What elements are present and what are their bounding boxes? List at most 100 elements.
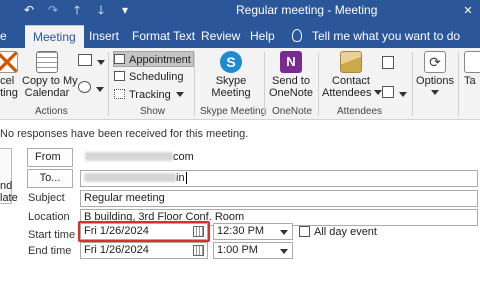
skype-icon: S [220, 51, 242, 73]
send-update-label: nd late [0, 180, 18, 204]
end-time-value: 1:00 PM [217, 244, 258, 256]
scheduling-icon [114, 71, 125, 81]
scheduling-button[interactable]: Scheduling [114, 69, 183, 85]
address-book-icon [382, 56, 394, 69]
all-day-label: All day event [314, 226, 377, 238]
from-value: com [85, 151, 194, 165]
chevron-down-icon [399, 92, 407, 97]
group-label-actions: Actions [35, 106, 68, 117]
cancel-icon [0, 51, 18, 73]
contact-attendees-button[interactable]: Contact Attendees [322, 51, 382, 99]
subject-field[interactable]: Regular meeting [80, 190, 478, 207]
cancel-meeting-label: ncel eting [0, 75, 18, 99]
end-time-label: End time [28, 245, 72, 257]
tab-help[interactable]: Help [250, 25, 275, 48]
start-time-value: 12:30 PM [217, 225, 265, 237]
title-bar: ↶ ↷ 🡑 🡓 ▾ Regular meeting - Meeting ✕ [0, 0, 480, 20]
end-date-value: Fri 1/26/2024 [84, 244, 149, 256]
start-time-dropdown[interactable]: 12:30 PM [213, 223, 293, 240]
forward-button[interactable] [78, 54, 105, 70]
to-label: To... [39, 172, 61, 184]
separator [412, 52, 413, 116]
tracking-icon [114, 89, 125, 99]
ribbon-tabs: e Meeting Insert Format Text Review Help… [0, 20, 480, 48]
group-label-show: Show [140, 106, 166, 117]
tab-review[interactable]: Review [201, 25, 240, 48]
chevron-down-icon [280, 249, 288, 254]
quick-access-toolbar: ↶ ↷ 🡑 🡓 ▾ [6, 3, 132, 17]
tags-icon [464, 51, 480, 73]
envelope-icon [340, 51, 362, 73]
from-label: From [35, 151, 61, 163]
delete-icon [78, 81, 91, 93]
contact-attendees-label: Contact Attendees [322, 75, 382, 99]
chevron-down-icon [97, 60, 105, 65]
chevron-down-icon [373, 90, 382, 95]
redo-icon[interactable]: ↷ [46, 3, 60, 17]
forward-icon [78, 54, 92, 66]
tags-label: Ta [464, 75, 476, 87]
appointment-icon [114, 54, 125, 64]
separator [458, 52, 459, 116]
options-label: Options [416, 75, 454, 87]
more-icon[interactable]: ▾ [118, 3, 132, 17]
tracking-label: Tracking [129, 89, 171, 101]
appointment-button[interactable]: Appointment [113, 51, 194, 67]
group-label-onenote: OneNote [272, 106, 313, 117]
start-time-label: Start time [28, 229, 76, 241]
chevron-down-icon [96, 87, 104, 92]
separator [264, 52, 265, 116]
to-button[interactable]: To... [27, 169, 73, 188]
up-arrow-icon[interactable]: 🡑 [70, 3, 84, 17]
tags-button[interactable]: Ta [464, 51, 480, 87]
options-refresh-icon: ⟳ [424, 51, 446, 73]
from-domain: com [173, 151, 194, 163]
down-arrow-icon[interactable]: 🡓 [94, 3, 108, 17]
address-book-button[interactable] [382, 56, 394, 72]
tab-insert[interactable]: Insert [89, 25, 119, 48]
scheduling-label: Scheduling [129, 71, 184, 83]
close-icon[interactable]: ✕ [458, 1, 478, 19]
calendar-icon [36, 51, 58, 73]
tab-file[interactable]: e [0, 25, 7, 48]
save-icon[interactable] [6, 3, 12, 17]
from-button[interactable]: From [27, 148, 73, 176]
options-button[interactable]: ⟳ Options [415, 51, 455, 99]
copy-to-calendar-button[interactable]: Copy to My Calendar [22, 51, 78, 99]
delete-button[interactable] [78, 81, 104, 97]
appointment-label: Appointment [129, 54, 191, 66]
subject-label: Subject [28, 192, 65, 204]
calendar-picker-icon[interactable] [193, 245, 204, 256]
to-field[interactable]: in [80, 170, 478, 187]
skype-meeting-label: Skype Meeting [211, 75, 251, 99]
copy-to-calendar-label: Copy to My Calendar [22, 75, 78, 99]
lightbulb-icon [292, 29, 302, 42]
to-domain: in [176, 172, 185, 184]
undo-icon[interactable]: ↶ [22, 3, 36, 17]
tab-meeting[interactable]: Meeting [25, 25, 84, 48]
tell-me-search[interactable]: Tell me what you want to do [292, 25, 460, 48]
tracking-button[interactable]: Tracking [114, 87, 184, 103]
send-to-onenote-button[interactable]: N Send to OneNote [268, 51, 314, 99]
response-options-button[interactable] [382, 86, 407, 102]
location-label: Location [28, 211, 70, 223]
onenote-icon: N [280, 51, 302, 73]
separator [108, 52, 109, 116]
chevron-down-icon [431, 90, 439, 95]
highlight-box [78, 221, 210, 242]
tell-me-text: Tell me what you want to do [312, 29, 461, 43]
redacted-email [85, 152, 173, 161]
separator [318, 52, 319, 116]
tab-format-text[interactable]: Format Text [132, 25, 195, 48]
response-options-icon [382, 86, 394, 98]
chevron-down-icon [175, 92, 184, 97]
send-to-onenote-label: Send to OneNote [268, 75, 314, 99]
all-day-checkbox[interactable] [299, 226, 310, 237]
end-time-dropdown[interactable]: 1:00 PM [213, 242, 293, 259]
group-label-skype: Skype Meeting [200, 106, 267, 117]
end-date-field[interactable]: Fri 1/26/2024 [80, 242, 208, 259]
skype-meeting-button[interactable]: S Skype Meeting [200, 51, 262, 99]
window-title: Regular meeting - Meeting [236, 3, 378, 17]
cancel-meeting-button[interactable]: ncel eting [0, 51, 20, 99]
group-label-attendees: Attendees [337, 106, 383, 117]
